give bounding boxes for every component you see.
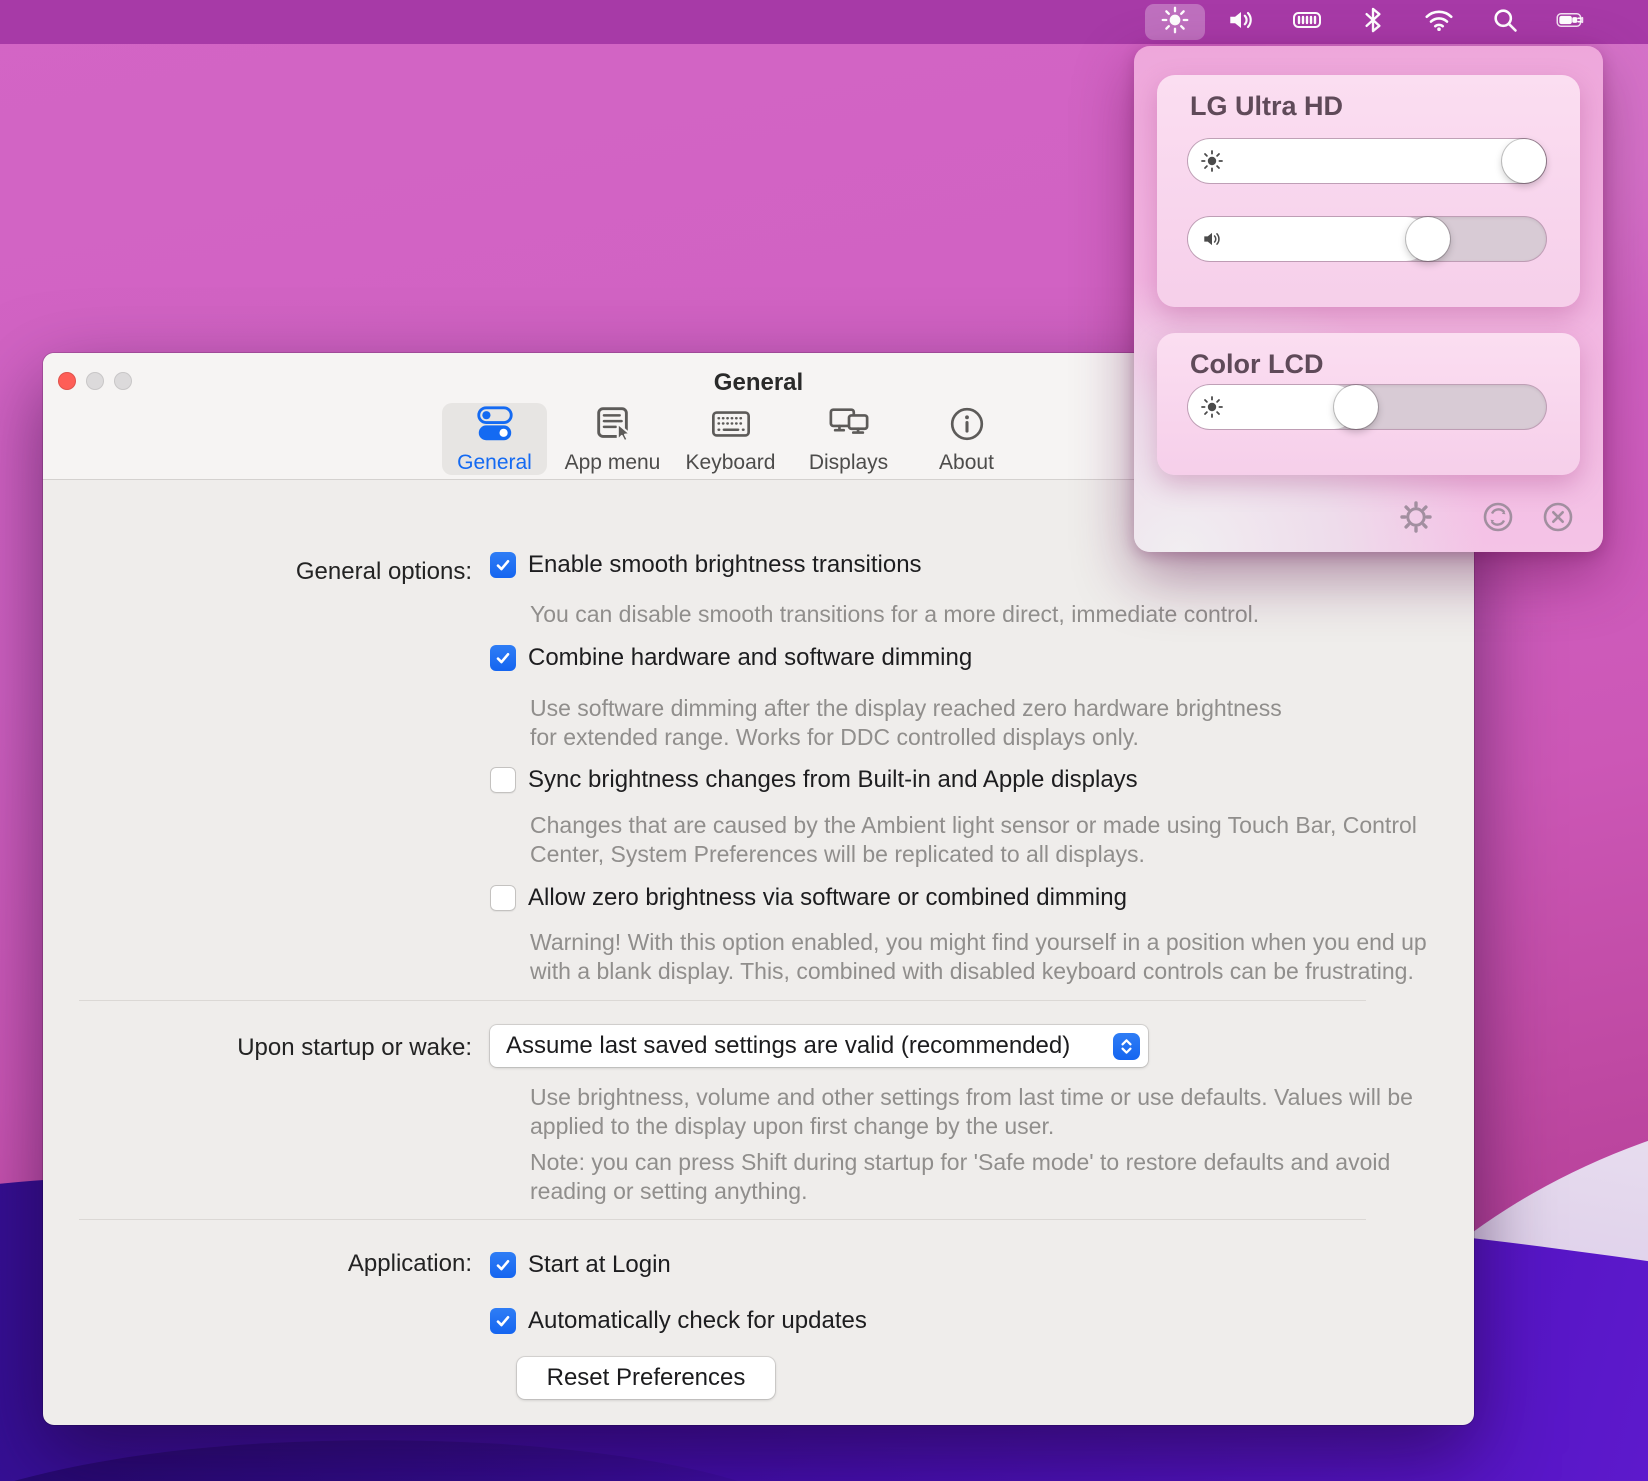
- dropdown-stepper-icon: [1113, 1033, 1140, 1060]
- section-divider: [79, 1219, 1366, 1220]
- display-card-lg-ultra-hd: LG Ultra HD: [1157, 75, 1580, 307]
- tab-general[interactable]: General: [442, 403, 547, 475]
- wifi-icon: [1424, 6, 1454, 39]
- tab-label: Keyboard: [686, 451, 776, 475]
- display-card-color-lcd: Color LCD: [1157, 333, 1580, 475]
- tab-label: General: [457, 451, 532, 475]
- display-control-popup: LG Ultra HD Color LCD: [1134, 46, 1603, 552]
- menubar-keyboard-brightness-item[interactable]: [1274, 0, 1340, 44]
- startup-note: Note: you can press Shift during startup…: [530, 1148, 1390, 1206]
- slider-knob[interactable]: [1406, 217, 1450, 261]
- menu-bar: [0, 0, 1648, 44]
- tab-displays[interactable]: Displays: [796, 403, 901, 475]
- info-icon: [946, 403, 988, 450]
- volume-slider[interactable]: [1188, 217, 1546, 261]
- volume-icon: [1200, 227, 1224, 251]
- startup-dropdown[interactable]: Assume last saved settings are valid (re…: [490, 1025, 1148, 1067]
- checkbox-sync-brightness[interactable]: [490, 767, 516, 793]
- option-row-combine-dimming: Combine hardware and software dimming: [490, 643, 972, 673]
- tab-label: About: [939, 451, 994, 475]
- search-icon: [1490, 6, 1520, 39]
- slider-knob[interactable]: [1334, 385, 1378, 429]
- general-options-label: General options:: [43, 558, 472, 586]
- brightness-slider[interactable]: [1188, 385, 1546, 429]
- checkbox-combine-dimming[interactable]: [490, 645, 516, 671]
- option-caption: Warning! With this option enabled, you m…: [530, 928, 1427, 986]
- tab-about[interactable]: About: [914, 403, 1019, 475]
- display-name: LG Ultra HD: [1190, 91, 1343, 122]
- menubar-display-brightness-item[interactable]: [1142, 0, 1208, 44]
- option-row-allow-zero-brightness: Allow zero brightness via software or co…: [490, 883, 1127, 913]
- brightness-icon: [1200, 395, 1224, 419]
- popup-action-buttons: [1399, 500, 1575, 534]
- option-label: Automatically check for updates: [528, 1307, 867, 1335]
- option-label: Start at Login: [528, 1251, 671, 1279]
- checkbox-start-at-login[interactable]: [490, 1252, 516, 1278]
- checkbox-allow-zero-brightness[interactable]: [490, 885, 516, 911]
- checkbox-smooth-transitions[interactable]: [490, 552, 516, 578]
- close-icon[interactable]: [1541, 500, 1575, 534]
- option-row-sync-brightness: Sync brightness changes from Built-in an…: [490, 765, 1138, 795]
- option-row-auto-updates: Automatically check for updates: [490, 1306, 867, 1336]
- display-name: Color LCD: [1190, 349, 1323, 380]
- app-menu-icon: [592, 403, 634, 450]
- startup-label: Upon startup or wake:: [43, 1034, 472, 1062]
- reset-preferences-button[interactable]: Reset Preferences: [517, 1357, 775, 1399]
- general-toggles-icon: [474, 403, 516, 450]
- option-caption: Changes that are caused by the Ambient l…: [530, 811, 1417, 869]
- slider-knob[interactable]: [1502, 139, 1546, 183]
- menubar-volume-item[interactable]: [1208, 0, 1274, 44]
- section-divider: [79, 1000, 1366, 1001]
- displays-icon: [828, 403, 870, 450]
- keyboard-icon: [710, 403, 752, 450]
- option-label: Sync brightness changes from Built-in an…: [528, 766, 1138, 794]
- battery-charging-icon: [1556, 6, 1586, 39]
- menubar-search-item[interactable]: [1472, 0, 1538, 44]
- startup-caption: Use brightness, volume and other setting…: [530, 1083, 1413, 1141]
- menu-bar-status-icons: [1142, 0, 1604, 44]
- checkbox-auto-updates[interactable]: [490, 1308, 516, 1334]
- option-label: Combine hardware and software dimming: [528, 644, 972, 672]
- option-caption: You can disable smooth transitions for a…: [530, 600, 1259, 629]
- volume-icon: [1226, 6, 1256, 39]
- refresh-icon[interactable]: [1481, 500, 1515, 534]
- keyboard-brightness-icon: [1292, 6, 1322, 39]
- option-row-start-at-login: Start at Login: [490, 1250, 671, 1280]
- menubar-bluetooth-item[interactable]: [1340, 0, 1406, 44]
- option-label: Allow zero brightness via software or co…: [528, 884, 1127, 912]
- option-row-smooth-transitions: Enable smooth brightness transitions: [490, 550, 922, 580]
- tab-app-menu[interactable]: App menu: [560, 403, 665, 475]
- settings-gear-icon[interactable]: [1399, 500, 1433, 534]
- option-label: Enable smooth brightness transitions: [528, 551, 922, 579]
- bluetooth-icon: [1358, 6, 1388, 39]
- menubar-battery-item[interactable]: [1538, 0, 1604, 44]
- application-label: Application:: [43, 1250, 472, 1278]
- brightness-slider[interactable]: [1188, 139, 1546, 183]
- brightness-icon: [1160, 6, 1190, 39]
- tab-label: App menu: [565, 451, 661, 475]
- brightness-icon: [1200, 149, 1224, 173]
- option-caption: Use software dimming after the display r…: [530, 694, 1282, 752]
- tab-label: Displays: [809, 451, 888, 475]
- slider-fill: [1188, 139, 1546, 183]
- tab-keyboard[interactable]: Keyboard: [678, 403, 783, 475]
- menubar-wifi-item[interactable]: [1406, 0, 1472, 44]
- startup-dropdown-value: Assume last saved settings are valid (re…: [506, 1032, 1070, 1060]
